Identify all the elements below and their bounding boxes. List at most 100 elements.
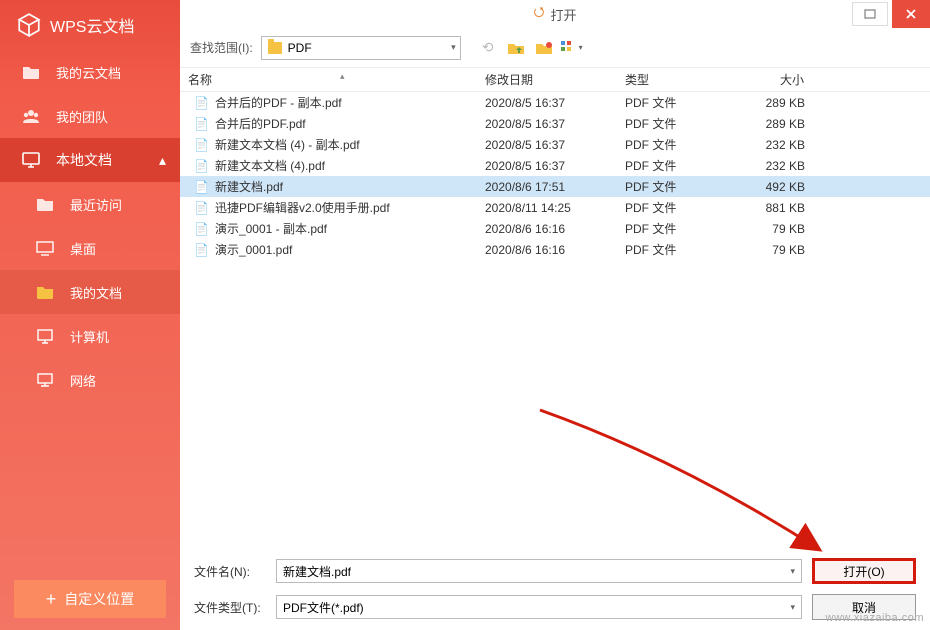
file-date: 2020/8/6 17:51 xyxy=(485,180,625,194)
filename-label: 文件名(N): xyxy=(194,563,266,580)
network-icon xyxy=(34,369,56,391)
sort-indicator-icon: ▴ xyxy=(340,71,345,82)
file-type: PDF 文件 xyxy=(625,94,755,111)
open-button[interactable]: 打开(O) xyxy=(812,558,916,584)
bottom-bar: 文件名(N): 新建文档.pdf ▾ 打开(O) 文件类型(T): PDF文件(… xyxy=(180,547,930,630)
filename-input[interactable]: 新建文档.pdf ▾ xyxy=(276,559,802,583)
chevron-down-icon: ▾ xyxy=(451,42,456,53)
file-date: 2020/8/5 16:37 xyxy=(485,117,625,131)
custom-location-button[interactable]: + 自定义位置 xyxy=(14,580,166,618)
file-size: 881 KB xyxy=(755,201,855,215)
chevron-up-icon: ▴ xyxy=(159,152,166,169)
file-size: 492 KB xyxy=(755,180,855,194)
monitor-icon xyxy=(20,149,42,171)
sidebar-item-label: 我的云文档 xyxy=(56,63,121,82)
sidebar-item-computer[interactable]: 计算机 xyxy=(0,314,180,358)
file-name: 合并后的PDF.pdf xyxy=(215,117,306,131)
file-size: 79 KB xyxy=(755,222,855,236)
column-name[interactable]: 名称▴ xyxy=(180,71,485,88)
close-button[interactable] xyxy=(892,0,930,28)
folder-open-icon xyxy=(34,281,56,303)
main-panel: ⭯ 打开 查找范围(I): PDF ▾ ⟲ ▾ xyxy=(180,0,930,630)
view-mode-button[interactable]: ▾ xyxy=(561,37,583,59)
local-docs-children: 最近访问 桌面 我的文档 计算机 网络 xyxy=(0,182,180,402)
file-size: 289 KB xyxy=(755,117,855,131)
sidebar-item-recent[interactable]: 最近访问 xyxy=(0,182,180,226)
dialog-title: ⭯ 打开 xyxy=(534,3,577,25)
pdf-file-icon: 📄 xyxy=(194,222,209,236)
toolbar: 查找范围(I): PDF ▾ ⟲ ▾ xyxy=(180,28,930,68)
pdf-file-icon: 📄 xyxy=(194,159,209,173)
sidebar-item-label: 我的团队 xyxy=(56,107,108,126)
folder-icon xyxy=(20,61,42,83)
pdf-file-icon: 📄 xyxy=(194,201,209,215)
file-row[interactable]: 📄 新建文档.pdf 2020/8/6 17:51PDF 文件492 KB xyxy=(180,176,930,197)
new-folder-button[interactable] xyxy=(533,37,555,59)
file-list: 名称▴ 修改日期 类型 大小 📄合并后的PDF - 副本.pdf2020/8/5… xyxy=(180,68,930,547)
app-title: WPS云文档 xyxy=(50,13,134,37)
watermark: www.xiazaiba.com xyxy=(826,612,924,624)
filetype-label: 文件类型(T): xyxy=(194,599,266,616)
sidebar-item-label: 最近访问 xyxy=(70,195,122,214)
file-date: 2020/8/5 16:37 xyxy=(485,159,625,173)
app-logo: WPS云文档 xyxy=(0,0,180,50)
maximize-button[interactable] xyxy=(852,2,888,26)
open-icon: ⭯ xyxy=(534,3,545,25)
file-size: 232 KB xyxy=(755,159,855,173)
column-date[interactable]: 修改日期 xyxy=(485,71,625,88)
column-size[interactable]: 大小 xyxy=(755,71,855,88)
team-icon xyxy=(20,105,42,127)
sidebar-item-team[interactable]: 我的团队 xyxy=(0,94,180,138)
scope-combo[interactable]: PDF ▾ xyxy=(261,36,461,60)
back-button[interactable]: ⟲ xyxy=(477,37,499,59)
file-name: 迅捷PDF编辑器v2.0使用手册.pdf xyxy=(215,201,390,215)
file-size: 232 KB xyxy=(755,138,855,152)
sidebar-item-local-docs[interactable]: 本地文档 ▴ xyxy=(0,138,180,182)
file-type: PDF 文件 xyxy=(625,157,755,174)
file-size: 289 KB xyxy=(755,96,855,110)
file-type: PDF 文件 xyxy=(625,136,755,153)
plus-icon: + xyxy=(46,589,57,610)
file-row[interactable]: 📄 演示_0001 - 副本.pdf 2020/8/6 16:16PDF 文件79 … xyxy=(180,218,930,239)
sidebar-item-label: 桌面 xyxy=(70,239,96,258)
desktop-icon xyxy=(34,237,56,259)
file-type: PDF 文件 xyxy=(625,178,755,195)
folder-icon xyxy=(268,42,282,54)
file-list-header: 名称▴ 修改日期 类型 大小 xyxy=(180,68,930,92)
pdf-file-icon: 📄 xyxy=(194,117,209,131)
file-row[interactable]: 📄新建文本文档 (4).pdf2020/8/5 16:37PDF 文件232 K… xyxy=(180,155,930,176)
sidebar-item-network[interactable]: 网络 xyxy=(0,358,180,402)
file-type: PDF 文件 xyxy=(625,220,755,237)
folder-icon xyxy=(34,193,56,215)
sidebar-item-my-docs[interactable]: 我的文档 xyxy=(0,270,180,314)
file-name: 演示_0001.pdf xyxy=(215,243,292,257)
file-row[interactable]: 📄 迅捷PDF编辑器v2.0使用手册.pdf 2020/8/11 14:25PDF … xyxy=(180,197,930,218)
file-name: 新建文档.pdf xyxy=(215,180,283,194)
cube-icon xyxy=(16,12,42,38)
sidebar-item-label: 网络 xyxy=(70,371,96,390)
file-row[interactable]: 📄 新建文本文档 (4) - 副本.pdf 2020/8/5 16:37PDF 文件… xyxy=(180,134,930,155)
filetype-value: PDF文件(*.pdf) xyxy=(283,599,364,616)
chevron-down-icon: ▾ xyxy=(790,602,795,613)
up-folder-button[interactable] xyxy=(505,37,527,59)
file-date: 2020/8/6 16:16 xyxy=(485,222,625,236)
file-row[interactable]: 📄合并后的PDF.pdf2020/8/5 16:37PDF 文件289 KB xyxy=(180,113,930,134)
filetype-select[interactable]: PDF文件(*.pdf) ▾ xyxy=(276,595,802,619)
sidebar-item-desktop[interactable]: 桌面 xyxy=(0,226,180,270)
pdf-file-icon: 📄 xyxy=(194,96,209,110)
file-date: 2020/8/11 14:25 xyxy=(485,201,625,215)
file-date: 2020/8/5 16:37 xyxy=(485,138,625,152)
column-type[interactable]: 类型 xyxy=(625,71,755,88)
titlebar: ⭯ 打开 xyxy=(180,0,930,28)
pdf-file-icon: 📄 xyxy=(194,180,209,194)
file-name: 新建文本文档 (4) - 副本.pdf xyxy=(215,138,360,152)
file-row[interactable]: 📄演示_0001.pdf2020/8/6 16:16PDF 文件79 KB xyxy=(180,239,930,260)
sidebar-item-cloud-docs[interactable]: 我的云文档 xyxy=(0,50,180,94)
file-row[interactable]: 📄合并后的PDF - 副本.pdf2020/8/5 16:37PDF 文件289… xyxy=(180,92,930,113)
pdf-file-icon: 📄 xyxy=(194,138,209,152)
filename-value: 新建文档.pdf xyxy=(283,563,351,580)
file-type: PDF 文件 xyxy=(625,199,755,216)
sidebar-item-label: 本地文档 xyxy=(56,150,112,170)
file-name: 演示_0001 - 副本.pdf xyxy=(215,222,327,236)
sidebar-item-label: 我的文档 xyxy=(70,283,122,302)
